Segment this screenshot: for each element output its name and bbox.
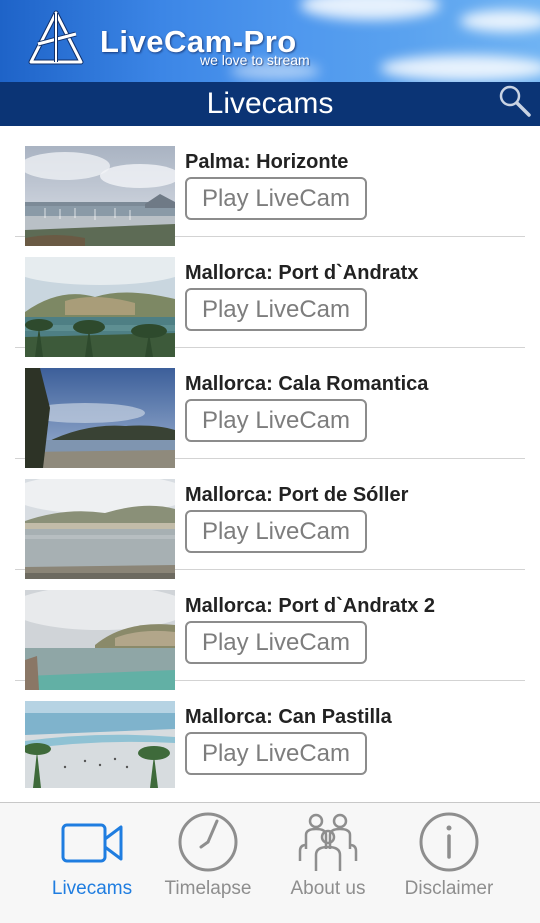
livecam-thumbnail[interactable]: [25, 257, 175, 357]
livecam-title: Palma: Horizonte: [185, 151, 349, 173]
livecam-pro-logo-icon: [28, 10, 84, 65]
tab-label: Timelapse: [164, 878, 252, 899]
livecam-title: Mallorca: Can Pastilla: [185, 706, 392, 728]
play-livecam-button[interactable]: Play LiveCam: [185, 732, 367, 775]
brand-slogan: we love to stream: [200, 52, 310, 68]
livecam-thumbnail[interactable]: [25, 590, 175, 690]
livecam-title: Mallorca: Port d`Andratx 2: [185, 595, 436, 617]
tab-label: Disclaimer: [404, 878, 494, 899]
list-item[interactable]: Mallorca: Cala Romantica Play LiveCam: [15, 348, 525, 468]
tab-label: Livecams: [51, 878, 133, 899]
title-bar: Livecams: [0, 82, 540, 126]
play-livecam-button[interactable]: Play LiveCam: [185, 399, 367, 442]
tab-livecams[interactable]: Livecams: [27, 803, 157, 903]
play-livecam-button[interactable]: Play LiveCam: [185, 288, 367, 331]
app-banner: LiveCam-Pro we love to stream: [0, 0, 540, 82]
livecam-title: Mallorca: Cala Romantica: [185, 373, 429, 395]
info-icon: [419, 812, 479, 872]
people-icon: [298, 813, 358, 871]
tab-about-us[interactable]: About us: [263, 803, 393, 903]
play-livecam-button[interactable]: Play LiveCam: [185, 621, 367, 664]
livecam-list[interactable]: Palma: Horizonte Play LiveCam Mallorca: …: [0, 126, 540, 802]
search-icon[interactable]: [498, 84, 532, 118]
tab-disclaimer[interactable]: Disclaimer: [384, 803, 514, 903]
livecam-thumbnail[interactable]: [25, 146, 175, 246]
list-item[interactable]: Mallorca: Port de Sóller Play LiveCam: [15, 459, 525, 579]
clock-icon: [178, 812, 238, 872]
tab-label: About us: [290, 878, 366, 899]
tab-timelapse[interactable]: Timelapse: [143, 803, 273, 903]
livecam-title: Mallorca: Port de Sóller: [185, 484, 409, 506]
list-item[interactable]: Mallorca: Can Pastilla Play LiveCam: [15, 681, 525, 792]
video-camera-icon: [61, 823, 123, 863]
bottom-tab-bar: Livecams Timelapse About us Disclaimer: [0, 802, 540, 923]
page-title: Livecams: [206, 87, 334, 120]
livecam-title: Mallorca: Port d`Andratx: [185, 262, 419, 284]
livecam-thumbnail[interactable]: [25, 701, 175, 788]
livecam-thumbnail[interactable]: [25, 479, 175, 579]
list-item[interactable]: Mallorca: Port d`Andratx Play LiveCam: [15, 237, 525, 357]
list-item[interactable]: Palma: Horizonte Play LiveCam: [15, 126, 525, 246]
play-livecam-button[interactable]: Play LiveCam: [185, 177, 367, 220]
livecam-thumbnail[interactable]: [25, 368, 175, 468]
list-item[interactable]: Mallorca: Port d`Andratx 2 Play LiveCam: [15, 570, 525, 690]
play-livecam-button[interactable]: Play LiveCam: [185, 510, 367, 553]
